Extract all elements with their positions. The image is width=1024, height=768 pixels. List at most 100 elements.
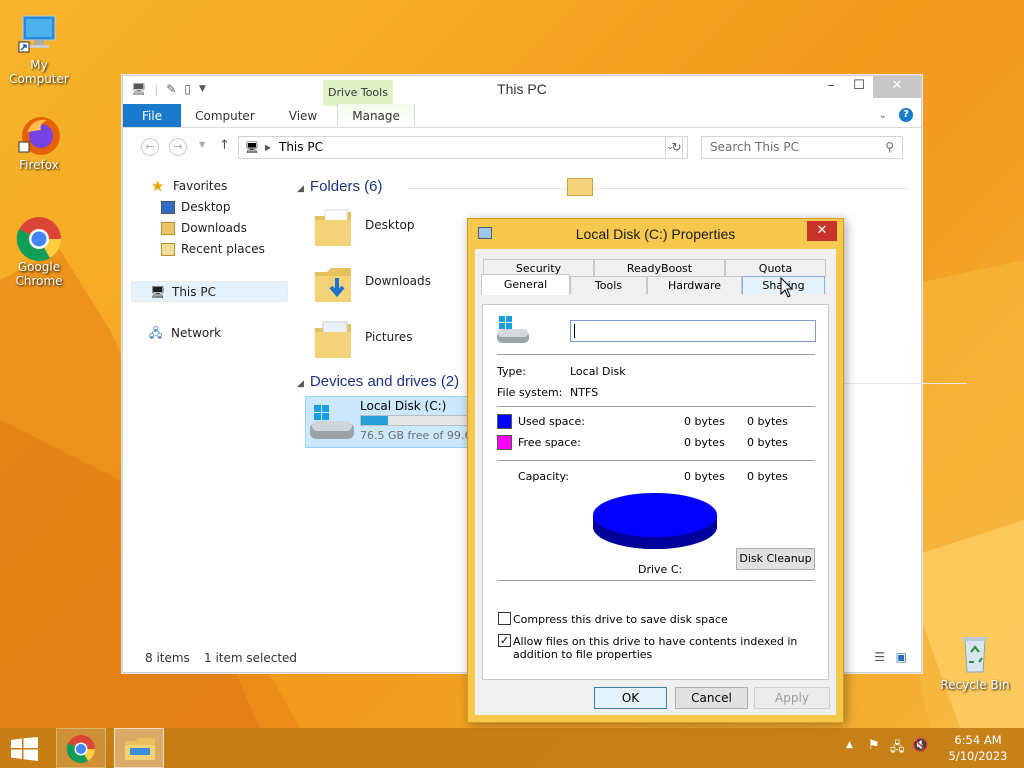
pc-icon: 🖥: [150, 285, 166, 299]
folder-label: Desktop: [365, 218, 415, 232]
volume-name-input[interactable]: [570, 320, 816, 342]
desktop-icon-chrome[interactable]: Google Chrome: [0, 214, 78, 288]
desktop-icon-label: My Computer: [9, 58, 69, 86]
action-center-flag-icon[interactable]: ⚑: [868, 738, 880, 753]
disk-usage-pie: [593, 493, 717, 549]
ribbon-tabs: File Computer View Manage ⌄ ?: [123, 104, 921, 128]
window-title: This PC: [497, 81, 547, 97]
tab-manage[interactable]: Manage: [337, 104, 415, 127]
folder-label: Downloads: [365, 274, 431, 288]
file-system-value: NTFS: [570, 386, 599, 399]
nav-favorites[interactable]: ★ Favorites: [131, 176, 291, 197]
tab-computer[interactable]: Computer: [181, 104, 269, 127]
properties-dialog[interactable]: Local Disk (C:) Properties ✕ Security Re…: [467, 218, 844, 723]
collapse-icon: ◢: [297, 183, 304, 193]
nav-recent-places[interactable]: Recent places: [131, 239, 291, 260]
volume-muted-icon[interactable]: 🔇: [912, 738, 928, 753]
expand-ribbon-icon[interactable]: ⌄: [879, 110, 887, 121]
folder-download-icon: [315, 268, 351, 302]
network-tray-icon[interactable]: 🖧: [890, 738, 905, 760]
collapse-icon: ◢: [297, 378, 304, 388]
used-space-label: Used space:: [518, 415, 586, 428]
tab-general[interactable]: General: [481, 274, 570, 295]
clock[interactable]: 6:54 AM 5/10/2023: [936, 732, 1020, 764]
capacity-bytes: 0 bytes: [684, 470, 725, 483]
folder-desktop[interactable]: Desktop: [305, 200, 465, 252]
search-placeholder: Search This PC: [710, 140, 799, 154]
nav-downloads[interactable]: Downloads: [131, 218, 291, 239]
ok-button[interactable]: OK: [594, 687, 667, 709]
refresh-button[interactable]: ↻: [665, 136, 688, 159]
index-checkbox[interactable]: ✓: [498, 634, 511, 647]
chrome-icon: [16, 214, 61, 261]
nav-label: Desktop: [181, 200, 231, 214]
recent-locations-icon[interactable]: ▼: [199, 140, 205, 149]
nav-label: Network: [171, 326, 222, 340]
tab-file[interactable]: File: [123, 104, 182, 127]
search-input[interactable]: Search This PC ⚲: [701, 136, 903, 159]
desktop-icon-label: Google Chrome: [15, 260, 63, 288]
taskbar: ▲ ⚑ 🖧 🔇 6:54 AM 5/10/2023: [0, 728, 1024, 768]
dialog-body: Security ReadyBoost Quota General Tools …: [475, 249, 836, 715]
tab-hardware[interactable]: Hardware: [647, 276, 742, 294]
cancel-button[interactable]: Cancel: [675, 687, 748, 709]
large-icons-view-icon[interactable]: ▣: [896, 650, 907, 664]
windows-logo-icon: [11, 737, 38, 761]
explorer-titlebar[interactable]: 🖥 | ✎ ▯ ▼ Drive Tools This PC – ☐ ✕: [123, 76, 921, 106]
up-button[interactable]: ↑: [219, 138, 230, 153]
system-tray: ▲ ⚑ 🖧 🔇 6:54 AM 5/10/2023: [844, 728, 1024, 768]
tab-readyboost[interactable]: ReadyBoost: [594, 259, 725, 277]
drives-group-header[interactable]: ◢ Devices and drives (2): [297, 373, 967, 393]
nav-desktop[interactable]: Desktop: [131, 197, 291, 218]
desktop-icon-recycle-bin[interactable]: Recycle Bin: [936, 632, 1014, 692]
navigation-pane: ★ Favorites Desktop Downloads Recent pla…: [131, 176, 291, 344]
recycle-bin-icon: [953, 632, 997, 676]
capacity-size: 0 bytes: [747, 470, 788, 483]
folders-group-header[interactable]: ◢ Folders (6): [297, 178, 907, 198]
minimize-button[interactable]: –: [817, 76, 845, 98]
forward-button[interactable]: →: [169, 138, 187, 156]
nav-this-pc[interactable]: 🖥 This PC: [131, 281, 288, 302]
start-button[interactable]: [0, 728, 50, 768]
capacity-label: Capacity:: [518, 470, 569, 483]
desktop-icon-my-computer[interactable]: My Computer: [0, 12, 78, 86]
desktop-icon-label: Recycle Bin: [940, 678, 1010, 692]
taskbar-chrome-button[interactable]: [56, 728, 106, 768]
taskbar-explorer-button[interactable]: [114, 728, 164, 768]
index-label[interactable]: Allow files on this drive to have conten…: [513, 635, 813, 661]
file-system-label: File system:: [497, 386, 563, 399]
star-icon: ★: [151, 177, 165, 195]
mouse-cursor-icon: [780, 277, 793, 298]
desktop-icon-firefox[interactable]: Firefox: [0, 112, 78, 172]
dialog-close-button[interactable]: ✕: [807, 221, 837, 241]
breadcrumb[interactable]: This PC: [279, 140, 323, 154]
close-button[interactable]: ✕: [873, 76, 921, 98]
compress-label[interactable]: Compress this drive to save disk space: [513, 613, 728, 626]
type-label: Type:: [497, 365, 526, 378]
address-bar[interactable]: 🖥 ▶ This PC ⌄: [238, 136, 683, 159]
free-space-swatch: [497, 435, 512, 450]
desktop-icon-label: Firefox: [19, 158, 59, 172]
back-button[interactable]: ←: [141, 138, 159, 156]
recent-places-icon: [161, 243, 175, 256]
drive-local-disk-c[interactable]: Local Disk (C:) 76.5 GB free of 99.6 G: [305, 396, 485, 448]
folder-downloads[interactable]: Downloads: [305, 256, 465, 308]
show-hidden-icons-icon[interactable]: ▲: [846, 740, 853, 750]
maximize-button[interactable]: ☐: [845, 76, 873, 98]
clock-time: 6:54 AM: [954, 733, 1002, 747]
folder-pictures[interactable]: Pictures: [305, 312, 465, 364]
details-view-icon[interactable]: ☰: [874, 650, 885, 664]
disk-cleanup-button[interactable]: Disk Cleanup: [736, 548, 815, 570]
tab-tools[interactable]: Tools: [570, 276, 647, 294]
free-space-bytes: 0 bytes: [684, 436, 725, 449]
tab-view[interactable]: View: [275, 104, 331, 127]
help-icon[interactable]: ?: [899, 108, 913, 122]
tab-quota[interactable]: Quota: [725, 259, 826, 277]
compress-checkbox[interactable]: [498, 612, 511, 625]
file-explorer-icon: [125, 738, 155, 760]
apply-button[interactable]: Apply: [754, 687, 830, 709]
text-cursor: [574, 324, 575, 338]
chrome-icon: [66, 735, 95, 763]
drive-icon: [310, 405, 354, 439]
nav-network[interactable]: 🖧 Network: [131, 323, 291, 344]
